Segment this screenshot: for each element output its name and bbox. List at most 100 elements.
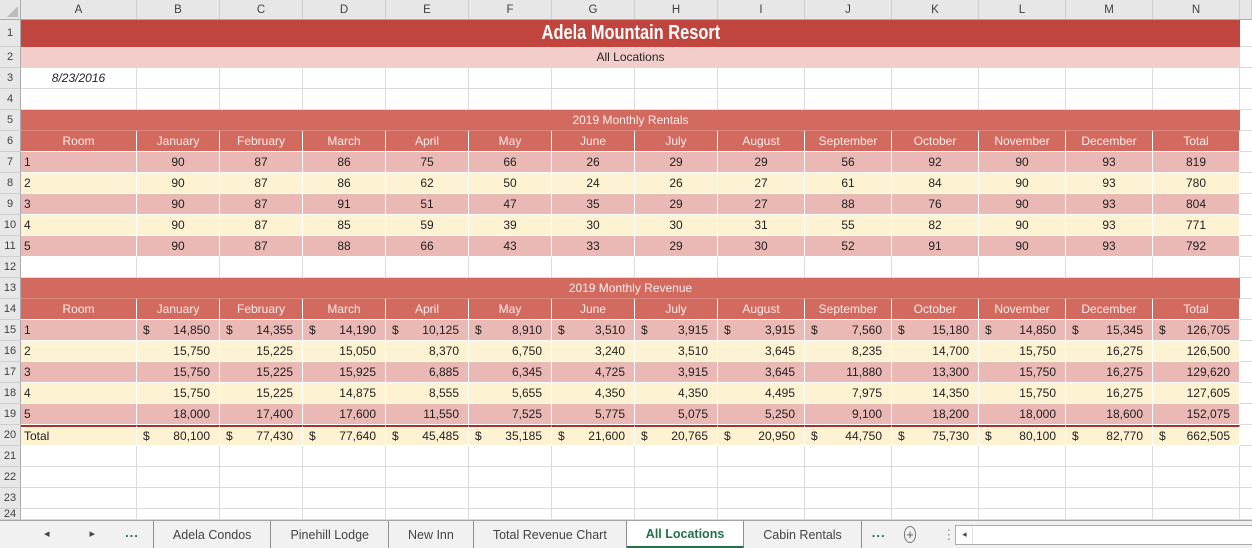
row-header-8[interactable]: 8 bbox=[0, 173, 21, 194]
cell-L6-column-header[interactable]: November bbox=[979, 131, 1066, 152]
cell-B7[interactable]: 90 bbox=[137, 152, 220, 173]
cell-D10[interactable]: 85 bbox=[303, 215, 386, 236]
cell-J19[interactable]: 9,100 bbox=[805, 404, 892, 425]
cell-partial-15[interactable] bbox=[1240, 320, 1252, 341]
column-header-L[interactable]: L bbox=[979, 0, 1066, 19]
cell-N16[interactable]: 126,500 bbox=[1153, 341, 1240, 362]
cell-I21[interactable] bbox=[718, 446, 805, 467]
scrollbar-left-arrow-icon[interactable]: ◂ bbox=[956, 526, 973, 544]
cell-A2-subtitle[interactable]: All Locations bbox=[21, 47, 1240, 68]
cell-I10[interactable]: 31 bbox=[718, 215, 805, 236]
cell-partial-22[interactable] bbox=[1240, 467, 1252, 488]
cell-B18[interactable]: 15,750 bbox=[137, 383, 220, 404]
cell-H7[interactable]: 29 bbox=[635, 152, 718, 173]
cell-I3[interactable] bbox=[718, 68, 805, 89]
cell-L14-column-header[interactable]: November bbox=[979, 299, 1066, 320]
cell-J3[interactable] bbox=[805, 68, 892, 89]
sheet-tab-new-inn[interactable]: New Inn bbox=[389, 521, 474, 548]
cell-K6-column-header[interactable]: October bbox=[892, 131, 979, 152]
cell-M14-column-header[interactable]: December bbox=[1066, 299, 1153, 320]
cell-H9[interactable]: 29 bbox=[635, 194, 718, 215]
cell-I8[interactable]: 27 bbox=[718, 173, 805, 194]
cell-M4[interactable] bbox=[1066, 89, 1153, 110]
cell-B16[interactable]: 15,750 bbox=[137, 341, 220, 362]
cell-E11[interactable]: 66 bbox=[386, 236, 469, 257]
cell-H11[interactable]: 29 bbox=[635, 236, 718, 257]
cell-F21[interactable] bbox=[469, 446, 552, 467]
cell-M18[interactable]: 16,275 bbox=[1066, 383, 1153, 404]
cell-partial-14[interactable] bbox=[1240, 299, 1252, 320]
cell-E18[interactable]: 8,555 bbox=[386, 383, 469, 404]
cell-G3[interactable] bbox=[552, 68, 635, 89]
cell-F6-column-header[interactable]: May bbox=[469, 131, 552, 152]
cell-D4[interactable] bbox=[303, 89, 386, 110]
cell-D15[interactable]: $14,190 bbox=[303, 320, 386, 341]
cell-F14-column-header[interactable]: May bbox=[469, 299, 552, 320]
row-header-19[interactable]: 19 bbox=[0, 404, 21, 425]
cell-A6-column-header[interactable]: Room bbox=[21, 131, 137, 152]
cell-F12[interactable] bbox=[469, 257, 552, 278]
column-header-I[interactable]: I bbox=[718, 0, 805, 19]
cell-H3[interactable] bbox=[635, 68, 718, 89]
cell-L12[interactable] bbox=[979, 257, 1066, 278]
cell-C22[interactable] bbox=[220, 467, 303, 488]
cell-E4[interactable] bbox=[386, 89, 469, 110]
cell-A5-table-title[interactable]: 2019 Monthly Rentals bbox=[21, 110, 1240, 131]
sheet-tab-cabin-rentals[interactable]: Cabin Rentals bbox=[744, 521, 862, 548]
cell-G16[interactable]: 3,240 bbox=[552, 341, 635, 362]
cell-I6-column-header[interactable]: August bbox=[718, 131, 805, 152]
cell-D20[interactable]: $77,640 bbox=[303, 425, 386, 446]
cell-C17[interactable]: 15,225 bbox=[220, 362, 303, 383]
cell-N8[interactable]: 780 bbox=[1153, 173, 1240, 194]
cell-J24[interactable] bbox=[805, 509, 892, 520]
cell-D11[interactable]: 88 bbox=[303, 236, 386, 257]
cell-L3[interactable] bbox=[979, 68, 1066, 89]
row-header-4[interactable]: 4 bbox=[0, 89, 21, 110]
cell-partial-3[interactable] bbox=[1240, 68, 1252, 89]
row-header-17[interactable]: 17 bbox=[0, 362, 21, 383]
cell-H18[interactable]: 4,350 bbox=[635, 383, 718, 404]
cell-K15[interactable]: $15,180 bbox=[892, 320, 979, 341]
cell-E14-column-header[interactable]: April bbox=[386, 299, 469, 320]
cell-G7[interactable]: 26 bbox=[552, 152, 635, 173]
cell-D21[interactable] bbox=[303, 446, 386, 467]
cell-B8[interactable]: 90 bbox=[137, 173, 220, 194]
cell-A1-title-banner[interactable]: Adela Mountain Resort bbox=[21, 20, 1240, 47]
row-header-11[interactable]: 11 bbox=[0, 236, 21, 257]
cell-B3[interactable] bbox=[137, 68, 220, 89]
cell-K22[interactable] bbox=[892, 467, 979, 488]
scrollbar-thumb[interactable] bbox=[973, 526, 1252, 544]
cell-partial-7[interactable] bbox=[1240, 152, 1252, 173]
cell-C6-column-header[interactable]: February bbox=[220, 131, 303, 152]
cell-L9[interactable]: 90 bbox=[979, 194, 1066, 215]
cell-J7[interactable]: 56 bbox=[805, 152, 892, 173]
cell-J9[interactable]: 88 bbox=[805, 194, 892, 215]
cell-C18[interactable]: 15,225 bbox=[220, 383, 303, 404]
cell-E15[interactable]: $10,125 bbox=[386, 320, 469, 341]
tab-nav-right-button[interactable]: ▸ bbox=[90, 529, 96, 540]
cell-C24[interactable] bbox=[220, 509, 303, 520]
column-header-K[interactable]: K bbox=[892, 0, 979, 19]
cell-E16[interactable]: 8,370 bbox=[386, 341, 469, 362]
cell-D7[interactable]: 86 bbox=[303, 152, 386, 173]
horizontal-scrollbar[interactable]: ◂ bbox=[955, 525, 1252, 545]
cell-C4[interactable] bbox=[220, 89, 303, 110]
cell-B20[interactable]: $80,100 bbox=[137, 425, 220, 446]
cell-N10[interactable]: 771 bbox=[1153, 215, 1240, 236]
cell-E8[interactable]: 62 bbox=[386, 173, 469, 194]
cell-L21[interactable] bbox=[979, 446, 1066, 467]
cell-H15[interactable]: $3,915 bbox=[635, 320, 718, 341]
cell-K3[interactable] bbox=[892, 68, 979, 89]
cell-M19[interactable]: 18,600 bbox=[1066, 404, 1153, 425]
cell-A7[interactable]: 1 bbox=[21, 152, 137, 173]
cell-D12[interactable] bbox=[303, 257, 386, 278]
cell-M16[interactable]: 16,275 bbox=[1066, 341, 1153, 362]
cell-N19[interactable]: 152,075 bbox=[1153, 404, 1240, 425]
column-header-F[interactable]: F bbox=[469, 0, 552, 19]
cell-E10[interactable]: 59 bbox=[386, 215, 469, 236]
cell-L22[interactable] bbox=[979, 467, 1066, 488]
cell-K14-column-header[interactable]: October bbox=[892, 299, 979, 320]
cell-D17[interactable]: 15,925 bbox=[303, 362, 386, 383]
cell-D24[interactable] bbox=[303, 509, 386, 520]
cell-I14-column-header[interactable]: August bbox=[718, 299, 805, 320]
